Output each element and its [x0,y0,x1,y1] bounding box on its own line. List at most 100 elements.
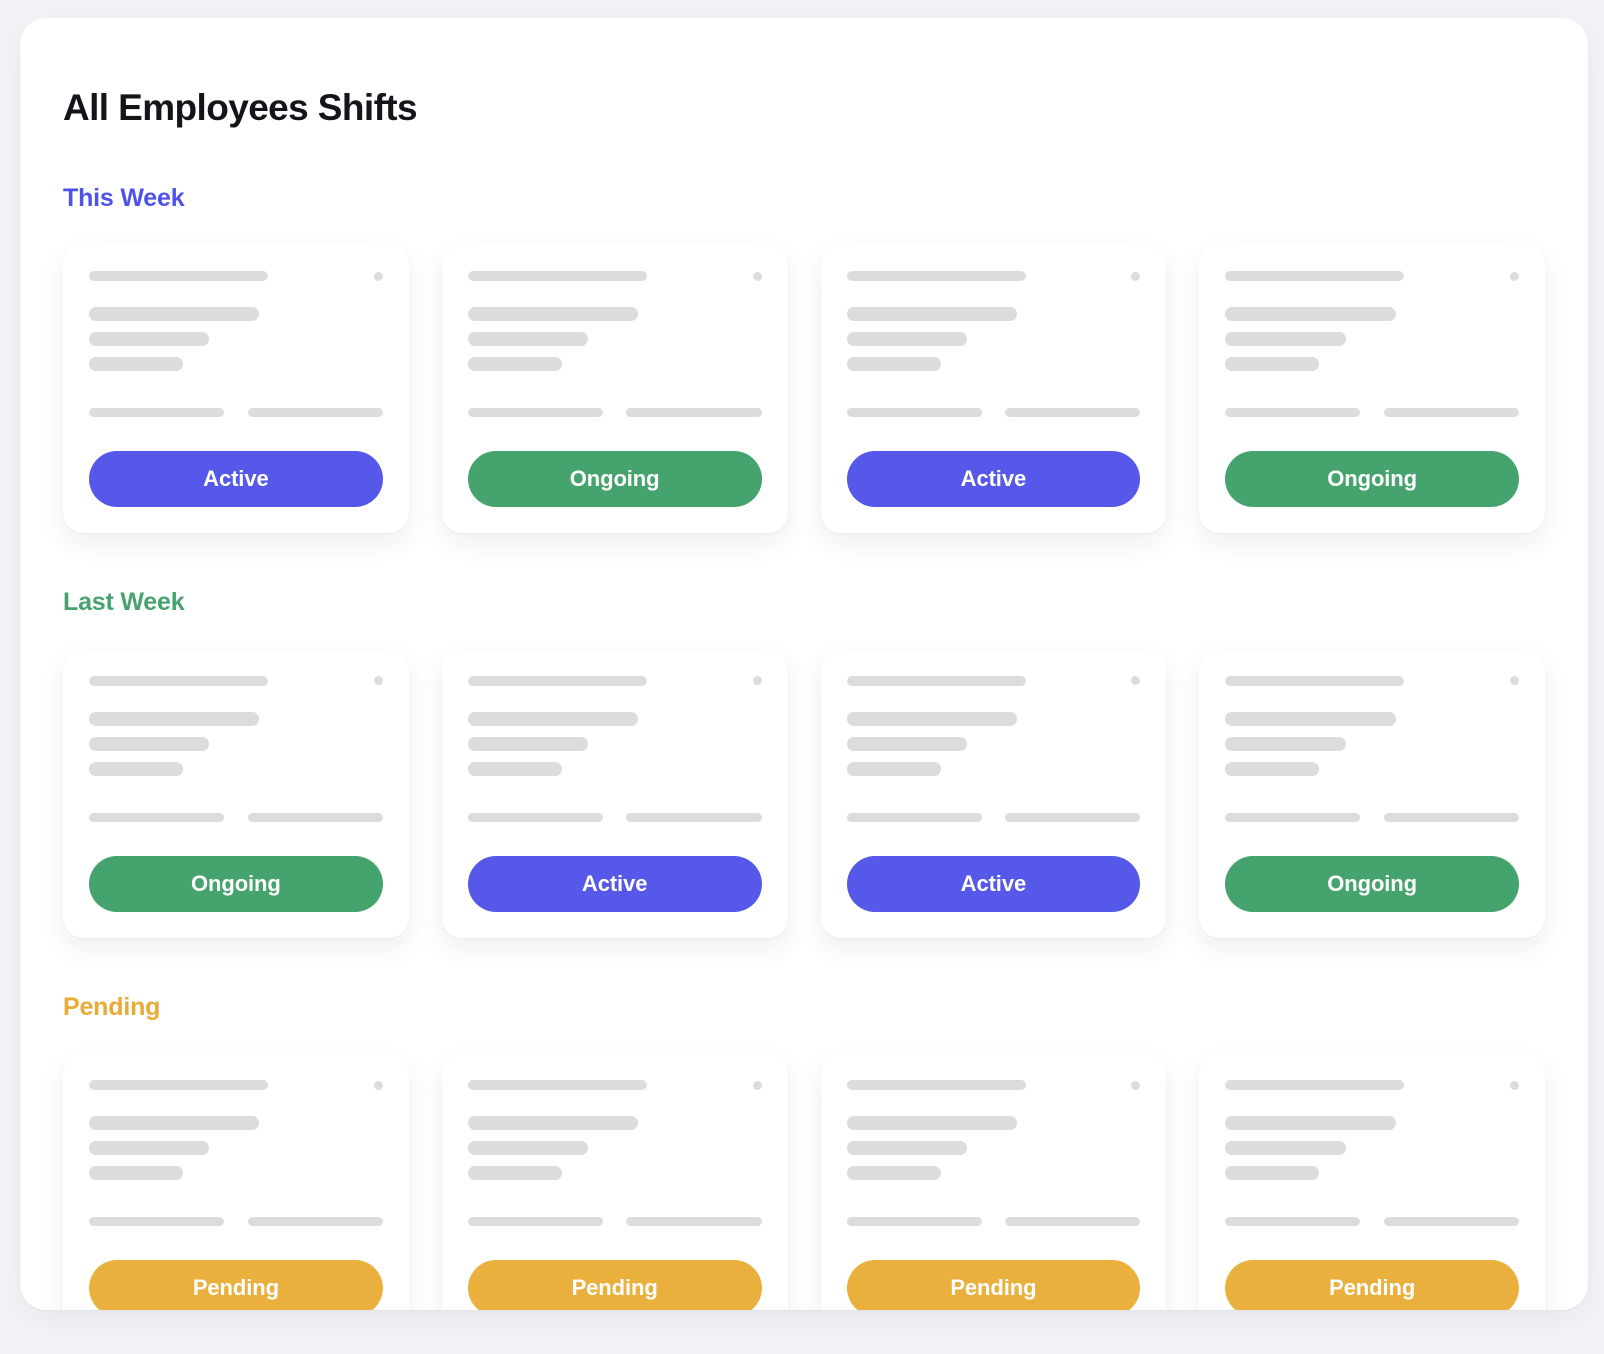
shift-card-grid: Ongoing Active Active Ongoing [63,649,1545,938]
status-button[interactable]: Active [89,451,383,508]
skeleton-line [1225,1141,1346,1156]
card-menu-dot-icon[interactable] [1131,676,1141,686]
card-menu-dot-icon[interactable] [752,271,762,281]
shift-card-grid: Active Ongoing Active Ongoing [63,245,1545,534]
card-menu-dot-icon[interactable] [1131,271,1141,281]
shift-card[interactable]: Active [63,245,409,534]
card-menu-dot-icon[interactable] [1510,1080,1519,1090]
skeleton-line [467,307,639,322]
card-header [846,271,1141,282]
page-title: All Employees Shifts [63,87,418,128]
status-button[interactable]: Ongoing [89,855,383,912]
skeleton-meta-right [247,408,383,418]
skeleton-meta-left [467,812,603,822]
skeleton-line [467,1166,562,1181]
status-button[interactable]: Active [846,451,1141,508]
status-button[interactable]: Pending [467,1260,762,1310]
shift-section: Last Week Ongoing Active Active Ongoing [63,589,1545,938]
skeleton-meta-left [1225,408,1361,418]
skeleton-line [1225,761,1320,776]
card-header [1225,675,1519,686]
status-button[interactable]: Ongoing [467,451,762,508]
skeleton-body-lines [846,307,1141,372]
skeleton-meta-row [1225,408,1519,418]
skeleton-body-lines [846,1116,1141,1181]
skeleton-meta-left [89,1217,225,1227]
skeleton-body-lines [89,711,383,776]
skeleton-meta-row [89,408,383,418]
card-menu-dot-icon[interactable] [752,1080,762,1090]
shifts-panel: All Employees Shifts This Week Active Ongo… [20,18,1588,1310]
skeleton-line [467,357,562,372]
status-button[interactable]: Pending [846,1260,1141,1310]
card-menu-dot-icon[interactable] [1510,271,1519,281]
skeleton-line [1225,1116,1396,1131]
card-header [846,675,1141,686]
skeleton-title-placeholder [1225,675,1405,686]
skeleton-line [846,307,1017,322]
skeleton-title-placeholder [467,1080,647,1091]
skeleton-meta-row [467,408,762,418]
status-button[interactable]: Ongoing [1225,855,1519,912]
shift-card-grid: Pending Pending Pending Pending [63,1054,1545,1310]
skeleton-meta-right [1383,812,1519,822]
card-header [89,271,383,282]
shift-card[interactable]: Active [820,649,1167,938]
skeleton-line [1225,332,1346,347]
skeleton-line [846,1116,1017,1131]
skeleton-line [1225,1166,1320,1181]
skeleton-body-lines [846,711,1141,776]
skeleton-title-placeholder [1225,271,1405,282]
card-header [467,271,762,282]
card-menu-dot-icon[interactable] [1510,676,1519,686]
card-menu-dot-icon[interactable] [373,676,383,686]
status-button[interactable]: Active [846,855,1141,912]
shift-card[interactable]: Pending [1199,1054,1545,1310]
skeleton-title-placeholder [1225,1080,1405,1091]
skeleton-line [1225,736,1346,751]
skeleton-meta-left [1225,812,1361,822]
card-menu-dot-icon[interactable] [373,1080,383,1090]
skeleton-meta-row [467,1217,762,1227]
card-menu-dot-icon[interactable] [1131,1080,1141,1090]
skeleton-meta-right [247,812,383,822]
skeleton-meta-row [846,812,1141,822]
skeleton-meta-row [89,812,383,822]
skeleton-line [467,1116,639,1131]
card-header [846,1080,1141,1091]
shift-card[interactable]: Pending [820,1054,1167,1310]
shift-card[interactable]: Ongoing [63,649,409,938]
shift-card[interactable]: Active [820,245,1167,534]
status-button[interactable]: Ongoing [1225,451,1519,508]
status-button[interactable]: Active [467,855,762,912]
shift-card[interactable]: Pending [63,1054,409,1310]
status-button[interactable]: Pending [89,1260,383,1310]
card-menu-dot-icon[interactable] [752,676,762,686]
shift-card[interactable]: Ongoing [1199,649,1545,938]
skeleton-meta-left [467,1217,603,1227]
status-button[interactable]: Pending [1225,1260,1519,1310]
skeleton-line [846,357,941,372]
skeleton-title-placeholder [89,271,269,282]
shift-section: This Week Active Ongoing Active Ongoing [63,184,1545,534]
skeleton-body-lines [467,711,762,776]
card-spacer [1225,822,1519,856]
shift-card[interactable]: Active [441,649,788,938]
skeleton-line [467,736,589,751]
shift-card[interactable]: Pending [441,1054,788,1310]
skeleton-title-placeholder [467,271,647,282]
skeleton-line [846,711,1017,726]
skeleton-line [467,1141,589,1156]
shift-card[interactable]: Ongoing [441,245,788,534]
skeleton-meta-left [467,408,603,418]
skeleton-meta-right [1005,1217,1141,1227]
card-spacer [468,1226,762,1260]
panel-content: All Employees Shifts This Week Active Ongo… [20,18,1588,1310]
skeleton-title-placeholder [89,675,269,686]
card-menu-dot-icon[interactable] [373,271,383,281]
skeleton-meta-left [846,812,982,822]
shift-card[interactable]: Ongoing [1199,245,1545,534]
card-spacer [468,417,762,451]
skeleton-title-placeholder [846,675,1026,686]
skeleton-meta-row [846,1217,1141,1227]
